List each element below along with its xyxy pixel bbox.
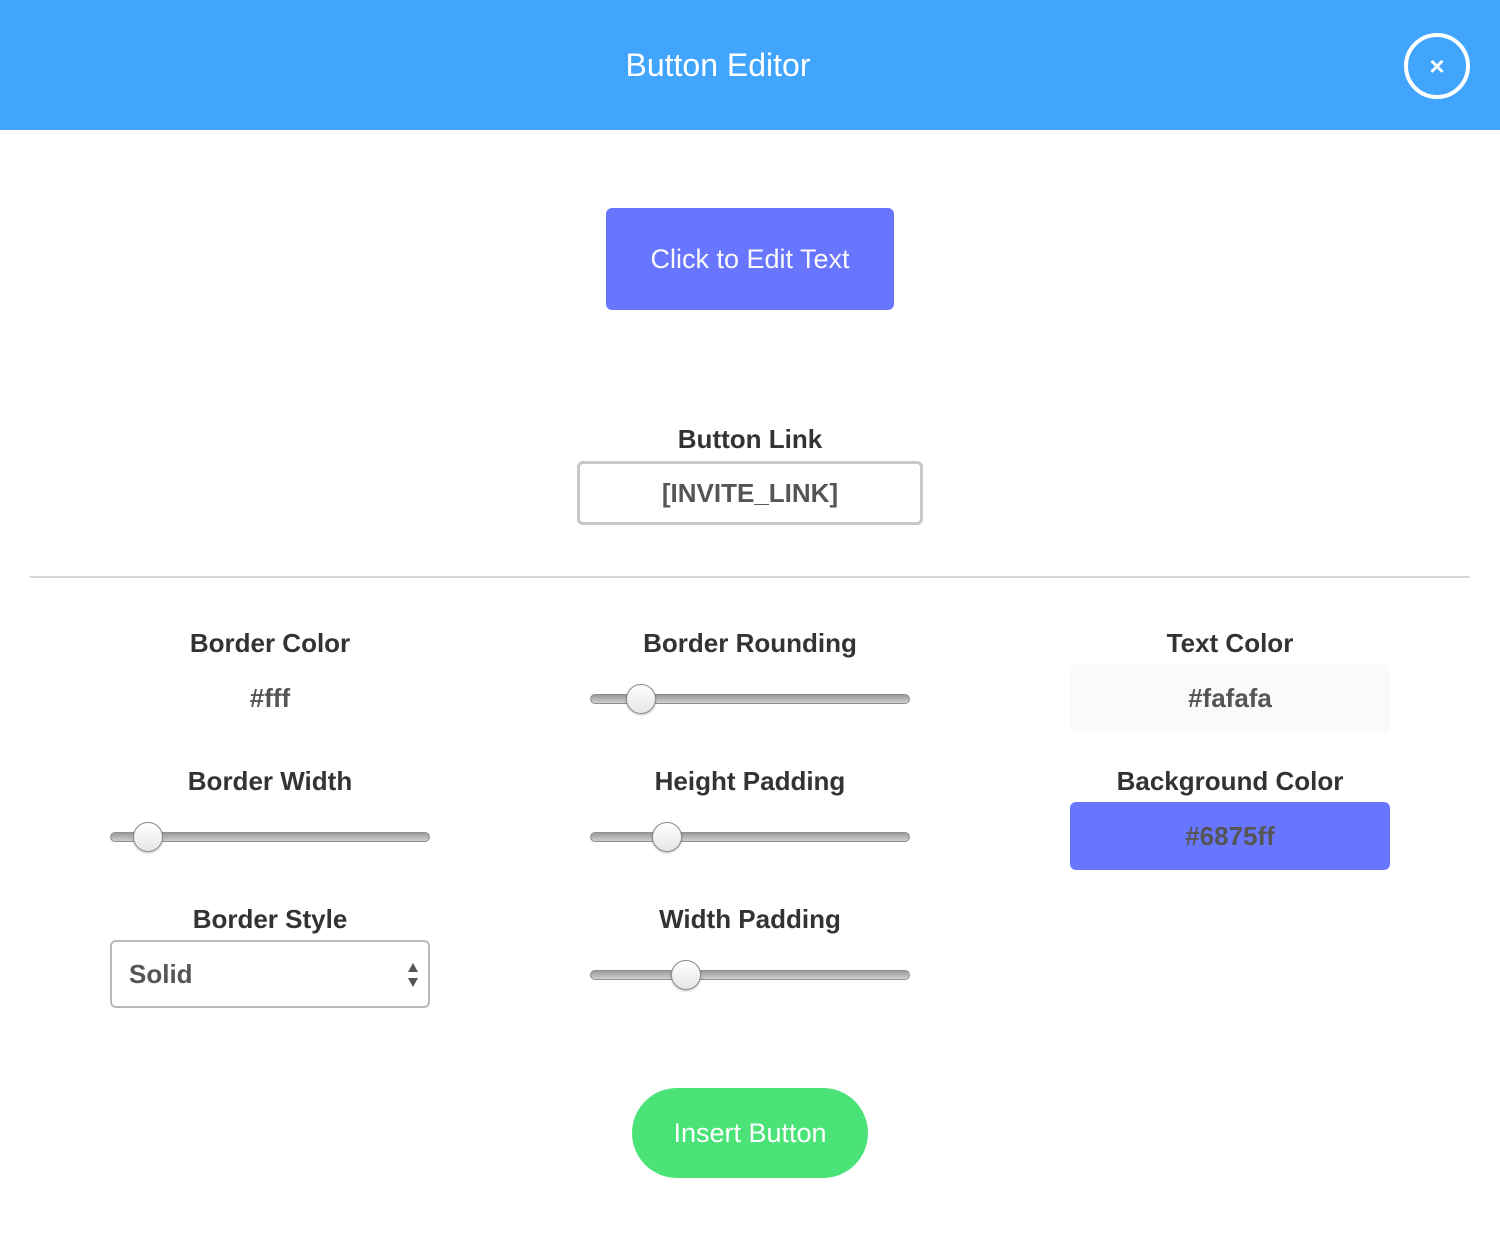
border-width-label: Border Width xyxy=(187,766,353,796)
slider-thumb[interactable] xyxy=(133,822,164,852)
border-color-label: Border Color xyxy=(189,628,351,658)
background-color-label: Background Color xyxy=(1116,766,1344,796)
width-padding-slider[interactable] xyxy=(590,955,910,995)
editor-header: Button Editor × xyxy=(0,0,1500,130)
height-padding-label: Height Padding xyxy=(654,766,846,796)
text-color-label: Text Color xyxy=(1166,628,1294,658)
slider-track xyxy=(590,970,910,980)
slider-thumb[interactable] xyxy=(626,684,657,714)
divider xyxy=(30,576,1470,578)
width-padding-label: Width Padding xyxy=(659,904,841,934)
text-color-picker[interactable]: #fafafa xyxy=(1070,664,1390,732)
close-icon[interactable]: × xyxy=(1404,33,1470,99)
slider-thumb[interactable] xyxy=(651,822,682,852)
height-padding-slider[interactable] xyxy=(590,817,910,857)
border-style-value: Solid xyxy=(129,959,193,989)
border-width-slider[interactable] xyxy=(110,817,430,857)
editor-title: Button Editor xyxy=(625,47,811,83)
border-rounding-slider[interactable] xyxy=(590,679,910,719)
border-style-select[interactable]: Solid xyxy=(110,940,430,1008)
slider-thumb[interactable] xyxy=(671,960,701,990)
select-arrows-icon xyxy=(408,963,418,987)
border-color-picker[interactable]: #fff xyxy=(110,664,430,732)
button-link-input[interactable] xyxy=(577,461,923,525)
border-style-label: Border Style xyxy=(192,904,348,934)
button-link-label: Button Link xyxy=(677,424,823,454)
preview-button[interactable]: Click to Edit Text xyxy=(606,208,894,310)
insert-button[interactable]: Insert Button xyxy=(632,1088,868,1178)
background-color-picker[interactable]: #6875ff xyxy=(1070,802,1390,870)
border-rounding-label: Border Rounding xyxy=(643,628,857,658)
slider-track xyxy=(590,832,910,842)
